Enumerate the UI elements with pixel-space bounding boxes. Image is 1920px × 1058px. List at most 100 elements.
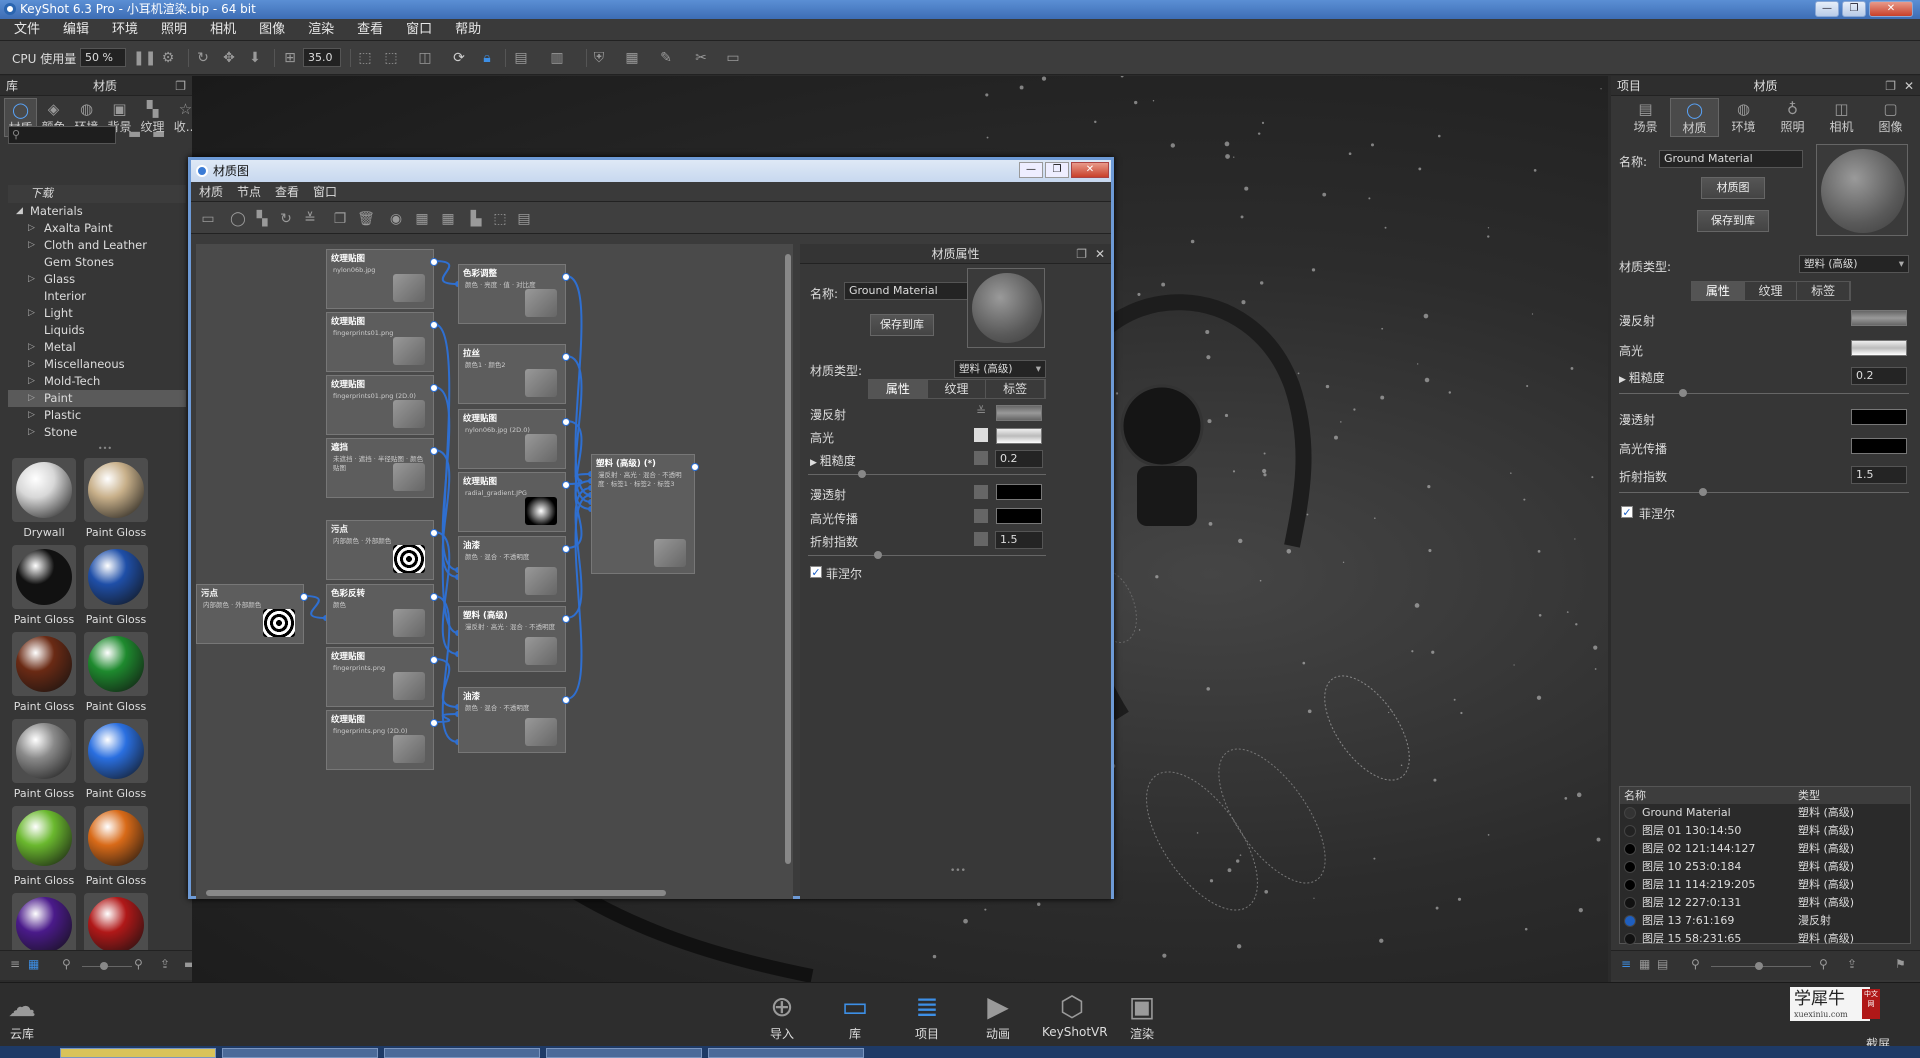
graph-menu-material[interactable]: 材质 (191, 182, 229, 202)
node-graph-canvas[interactable]: 纹理贴图 nylon06b.jpg 纹理贴图 fingerprints01.png 纹理… (196, 244, 793, 899)
delete-icon[interactable]: 🗑︎ (357, 210, 375, 228)
tab-material[interactable]: ◯ 材质 (1670, 98, 1719, 137)
output-port-icon[interactable] (562, 615, 570, 623)
minimize-button[interactable]: — (1815, 1, 1839, 17)
material-list-row[interactable]: 图层 11 114:219:205 塑料 (高级) (1620, 876, 1910, 894)
presentation-icon[interactable]: ▦ (623, 49, 641, 67)
zoom-out-icon[interactable]: ⚲ (62, 957, 71, 971)
project-diffuse-swatch[interactable] (1851, 310, 1907, 326)
material-node-icon[interactable]: ◯ (229, 210, 247, 228)
menu-render[interactable]: 渲染 (294, 19, 343, 41)
graph-node[interactable]: 油漆 颜色 · 混合 · 不透明度 (458, 687, 570, 753)
material-list-row[interactable]: Ground Material 塑料 (高级) (1620, 804, 1910, 822)
zoom-in-icon[interactable]: ⚲ (1819, 957, 1828, 971)
graph-horizontal-scrollbar[interactable] (206, 890, 666, 896)
output-port-icon[interactable] (430, 719, 438, 727)
material-thumbnail[interactable]: Paint Gloss ... (10, 632, 78, 726)
project-translucency-swatch[interactable] (1851, 409, 1907, 425)
thumbnail-size-slider[interactable] (82, 962, 132, 970)
shield-icon[interactable]: ⛨ (590, 49, 608, 67)
output-port-icon[interactable] (562, 273, 570, 281)
bottom-keyshotvr-button[interactable]: ⬡ KeyShotVR (1042, 989, 1108, 1039)
tree-item[interactable]: ▷ Axalta Paint (8, 220, 186, 237)
splitter-handle[interactable]: ••• (0, 445, 210, 453)
grid-view-icon[interactable]: ▦ (1639, 957, 1650, 971)
project-material-type-select[interactable]: 塑料 (高级) ▾ (1799, 255, 1909, 273)
expand-arrow-icon[interactable]: ▷ (28, 390, 35, 407)
graph-node[interactable]: 遮挡 未遮挡 · 遮挡 · 半径贴图 · 颜色贴图 (326, 438, 438, 498)
output-port-icon[interactable] (430, 321, 438, 329)
project-material-name-input[interactable]: Ground Material (1659, 150, 1803, 168)
graph-node[interactable]: 纹理贴图 fingerprints.png (326, 647, 438, 707)
output-port-icon[interactable] (300, 593, 308, 601)
duplicate-icon[interactable]: ❐ (331, 210, 349, 228)
material-thumbnail[interactable]: Paint Gloss ... (10, 719, 78, 813)
menu-view[interactable]: 查看 (343, 19, 392, 41)
graph-node[interactable]: 污点 内部颜色 · 外部颜色 (326, 520, 438, 580)
project-save-to-library-button[interactable]: 保存到库 (1697, 210, 1769, 232)
dialog-minimize-button[interactable]: — (1019, 162, 1043, 178)
float-icon[interactable]: ❐ (175, 76, 186, 96)
list-view-icon[interactable]: ≡ (10, 957, 20, 971)
material-thumbnail[interactable]: Paint Gloss ... (82, 545, 150, 639)
bottom-library-button[interactable]: ▭ 库 (825, 989, 885, 1042)
focal-length-input[interactable]: 35.0 (303, 48, 341, 67)
script-icon[interactable]: ✎ (657, 49, 675, 67)
taskbar-item[interactable] (60, 1048, 216, 1058)
filter-icon[interactable]: ⚑ (1895, 957, 1906, 971)
output-port-icon[interactable] (691, 463, 699, 471)
camera-lock-icon[interactable]: ⬚ (382, 49, 400, 67)
expand-arrow-icon[interactable]: ◢ (16, 203, 23, 220)
project-fresnel-checkbox[interactable]: ✓ (1621, 506, 1633, 518)
graph-node[interactable]: 拉丝 颜色1 · 颜色2 (458, 344, 570, 404)
diffuse-swatch[interactable] (996, 405, 1042, 421)
panel-grip-icon[interactable]: ••• (950, 866, 966, 876)
specular-swatch[interactable] (996, 428, 1042, 444)
refresh-icon[interactable]: ⟳ (450, 49, 468, 67)
material-thumbnail[interactable]: Drywall (10, 458, 78, 539)
menu-camera[interactable]: 相机 (196, 19, 245, 41)
maximize-button[interactable]: ❐ (1842, 1, 1866, 17)
output-port-icon[interactable] (430, 258, 438, 266)
properties-float-icon[interactable]: ❐ (1076, 244, 1087, 264)
output-port-icon[interactable] (562, 481, 570, 489)
expand-arrow-icon[interactable]: ▷ (28, 339, 35, 356)
library-search-input[interactable]: ⚲ (8, 126, 116, 144)
ior-input[interactable]: 1.5 (995, 531, 1043, 549)
tree-item[interactable]: ▷ Plastic (8, 407, 186, 424)
material-graph-button[interactable]: 材质图 (1701, 177, 1765, 199)
float-icon[interactable]: ❐ (1885, 76, 1896, 96)
preview-node-icon[interactable]: ◉ (387, 210, 405, 228)
close-button[interactable]: ✕ (1869, 1, 1913, 17)
tree-item[interactable]: Gem Stones (8, 254, 186, 271)
taskbar-item[interactable] (708, 1048, 864, 1058)
output-port-icon[interactable] (562, 353, 570, 361)
bottom-import-button[interactable]: ⊕ 导入 (752, 989, 812, 1042)
material-name-input[interactable]: Ground Material (844, 282, 984, 300)
geometry-icon[interactable]: ▤ (512, 49, 530, 67)
column-type[interactable]: 类型 (1798, 787, 1820, 804)
tree-item[interactable]: ▷ Glass (8, 271, 186, 288)
tab-scene[interactable]: ▤ 场景 (1621, 98, 1670, 137)
project-ior-input[interactable]: 1.5 (1851, 466, 1907, 484)
move-icon[interactable]: ▥ (548, 49, 566, 67)
output-port-icon[interactable] (430, 593, 438, 601)
graph-node[interactable]: 塑料 (高级) 漫反射 · 高光 · 混合 · 不透明度 (458, 606, 570, 672)
save-to-library-button[interactable]: 保存到库 (870, 314, 934, 336)
project-specular-transmission-swatch[interactable] (1851, 438, 1907, 454)
material-list-row[interactable]: 图层 15 58:231:65 塑料 (高级) (1620, 930, 1910, 948)
ior-slider[interactable] (808, 551, 1046, 559)
tools-icon[interactable]: ✂ (692, 49, 710, 67)
column-name[interactable]: 名称 (1624, 787, 1646, 804)
tab-environment[interactable]: ◍ 环境 (1719, 98, 1768, 137)
expand-arrow-icon[interactable]: ▷ (28, 407, 35, 424)
fit-view-icon[interactable]: ✥ (220, 49, 238, 67)
node-preview-icon[interactable]: ▦ (413, 210, 431, 228)
taskbar-item[interactable] (384, 1048, 540, 1058)
graph-node[interactable]: 纹理贴图 nylon06b.jpg (326, 249, 438, 309)
dialog-close-button[interactable]: ✕ (1071, 162, 1109, 178)
menu-window[interactable]: 窗口 (392, 19, 441, 41)
tree-item[interactable]: ▷ Mold-Tech (8, 373, 186, 390)
graph-node[interactable]: 色彩调整 颜色 · 亮度 · 值 · 对比度 (458, 264, 570, 324)
animation-node-icon[interactable]: ↻ (277, 210, 295, 228)
